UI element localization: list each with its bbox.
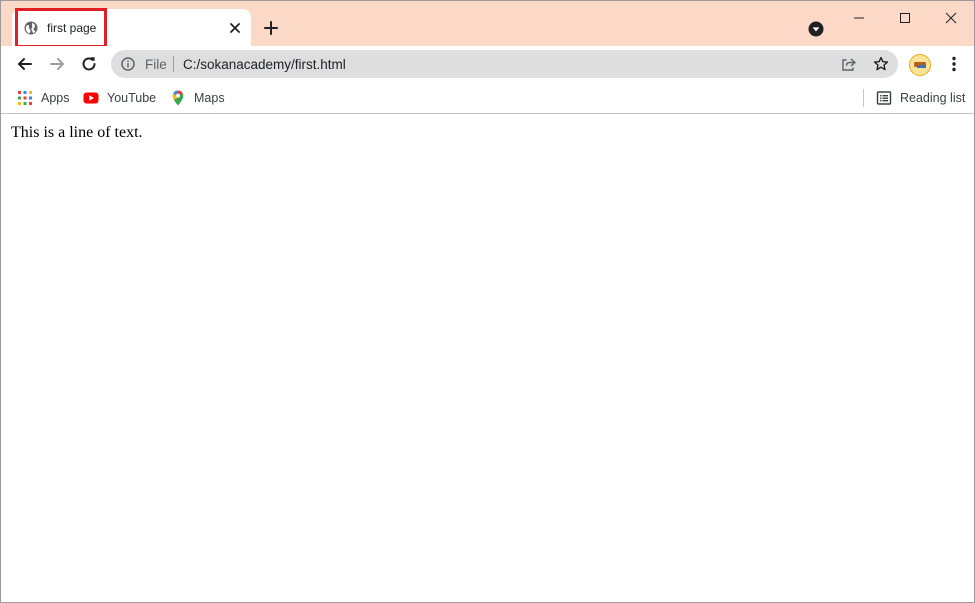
share-icon[interactable]	[841, 56, 857, 72]
forward-arrow-icon[interactable]	[48, 55, 66, 73]
tab-highlight-box	[15, 8, 107, 48]
bookmark-maps[interactable]: Maps	[170, 88, 230, 108]
avatar-mark-2	[917, 65, 926, 68]
youtube-icon	[83, 92, 99, 104]
page-content: This is a line of text.	[1, 115, 974, 602]
maximize-icon	[900, 13, 910, 23]
new-tab-plus-icon[interactable]	[263, 20, 279, 36]
reading-list-label: Reading list	[900, 91, 966, 105]
tab-strip: first page	[1, 1, 974, 48]
minimize-icon	[854, 17, 864, 19]
maps-pin-icon	[172, 90, 184, 106]
bookmark-youtube-label: YouTube	[107, 91, 157, 105]
browser-window: first page File C:/sokanacademy/first.ht…	[0, 0, 975, 603]
url-text[interactable]: C:/sokanacademy/first.html	[183, 57, 346, 72]
kebab-menu-icon[interactable]	[947, 55, 961, 73]
reading-list-button[interactable]: Reading list	[876, 88, 966, 108]
tab-close-icon[interactable]	[228, 21, 242, 35]
close-icon	[945, 12, 957, 24]
back-arrow-icon[interactable]	[16, 55, 34, 73]
bookmark-apps-label: Apps	[41, 91, 70, 105]
minimize-button[interactable]	[836, 1, 882, 35]
address-divider	[173, 56, 174, 72]
close-window-button[interactable]	[928, 1, 974, 35]
tab-search-icon[interactable]	[808, 21, 824, 37]
bookmark-apps[interactable]: Apps	[17, 88, 73, 108]
bookmark-maps-label: Maps	[194, 91, 225, 105]
bookmarks-bar: Apps YouTube Maps Reading list	[1, 82, 974, 114]
profile-avatar[interactable]	[909, 54, 931, 76]
reload-icon[interactable]	[80, 55, 98, 73]
reading-list-icon	[876, 91, 892, 105]
star-icon[interactable]	[873, 56, 889, 72]
info-icon[interactable]	[121, 57, 135, 71]
apps-grid-icon	[18, 91, 32, 105]
bookmark-youtube[interactable]: YouTube	[83, 88, 158, 108]
maximize-button[interactable]	[882, 1, 928, 35]
toolbar: File C:/sokanacademy/first.html	[1, 46, 974, 82]
address-bar[interactable]: File C:/sokanacademy/first.html	[111, 50, 898, 78]
bookmarks-divider	[863, 89, 864, 107]
page-text-line: This is a line of text.	[11, 124, 143, 141]
scheme-label: File	[145, 57, 167, 72]
